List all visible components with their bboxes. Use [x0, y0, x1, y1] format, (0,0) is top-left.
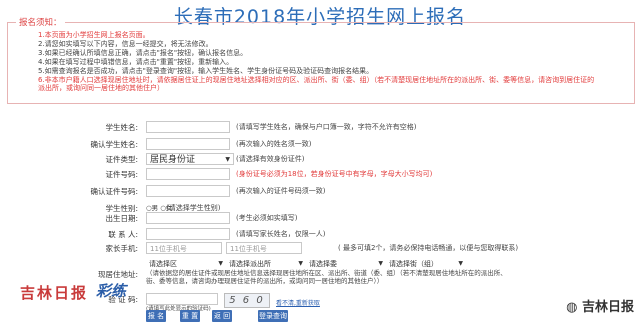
student-name-label: 学生姓名:: [105, 123, 138, 132]
phone-input-2[interactable]: 11位手机号: [226, 242, 302, 254]
chevron-down-icon: ▼: [225, 156, 230, 163]
police-station-select-value: 请选择派出所: [229, 260, 271, 268]
contact-input[interactable]: [146, 228, 230, 240]
id-number-input[interactable]: [146, 168, 230, 180]
notice-box: 报名须知： 1.本页面为小学招生网上报名页面。 2.请您如实填写以下内容，信息一…: [7, 16, 635, 104]
back-button[interactable]: 返 回: [212, 310, 232, 322]
district-select-value: 请选择区: [149, 260, 177, 268]
registration-page: 长春市2018年小学招生网上报名 报名须知： 1.本页面为小学招生网上报名页面。…: [0, 0, 640, 328]
birthdate-label: 出生日期:: [105, 214, 138, 223]
id-type-value: 居民身份证: [150, 155, 196, 165]
phone-input-1[interactable]: 11位手机号: [146, 242, 222, 254]
captcha-image[interactable]: 5 6 0: [224, 293, 270, 308]
student-name-hint: (请填写学生姓名，确保与户口簿一致，字符不允许有空格): [236, 123, 417, 131]
wechat-icon: ◍: [566, 300, 578, 315]
captcha-refresh-link[interactable]: 看不清,重新获取: [276, 298, 320, 307]
id-number-label: 证件号码:: [105, 170, 138, 179]
notice-line-4: 4.如果在填写过程中填错信息，请点击"重置"按钮，重新输入。: [38, 58, 234, 66]
notice-line-6: 6.非本市户籍人口选择现居住地址时，请依据居住证上的现居住地址选择相对应的区、派…: [38, 76, 595, 92]
id-type-select[interactable]: 居民身份证 ▼: [146, 153, 234, 165]
committee-select-value: 请选择委: [309, 260, 337, 268]
confirm-name-input[interactable]: [146, 138, 230, 150]
row-address: 现居住地址: 请选择区 ▼ 请选择派出所 ▼ 请选择委 ▼ 请选择街（组） ▼ …: [0, 258, 640, 285]
row-student-name: 学生姓名: (请填写学生姓名，确保与户口簿一致，字符不允许有空格): [0, 119, 640, 136]
notice-line-2: 2.请您如实填写以下内容，信息一经提交，将无法修改。: [38, 40, 213, 48]
watermark-middle: 彩练: [96, 282, 127, 300]
row-id-number: 证件号码: (身份证号必须为18位，若身份证号中有字母，字母大小写均可): [0, 166, 640, 183]
id-number-hint: (身份证号必须为18位，若身份证号中有字母，字母大小写均可): [236, 170, 433, 178]
street-select-value: 请选择街（组）: [389, 260, 438, 268]
confirm-id-hint: (再次输入的证件号码须一致): [236, 187, 326, 195]
register-button[interactable]: 报 名: [146, 310, 166, 322]
notice-line-5: 5.如需查询报名是否成功，请点击"登录查询"按钮，输入学生姓名、学生身份证号码及…: [38, 67, 374, 75]
login-query-button[interactable]: 登录查询: [258, 310, 288, 322]
notice-line-1: 1.本页面为小学招生网上报名页面。: [38, 31, 150, 39]
row-confirm-id: 确认证件号码: (再次输入的证件号码须一致): [0, 183, 640, 200]
phone-hint: ( 最多可填2个，请务必保持电话畅通，以便与您取得联系): [338, 244, 519, 252]
row-birthdate: 出生日期: (考生必须如实填写): [0, 210, 640, 227]
reset-button[interactable]: 重 置: [180, 310, 200, 322]
row-phone: 家长手机: 11位手机号 11位手机号 ( 最多可填2个，请务必保持电话畅通，以…: [0, 240, 640, 257]
student-name-input[interactable]: [146, 121, 230, 133]
confirm-id-input[interactable]: [146, 185, 230, 197]
watermark-left: 吉林日报: [20, 284, 89, 302]
birthdate-hint: (考生必须如实填写): [236, 214, 298, 222]
birthdate-input[interactable]: [146, 212, 230, 224]
confirm-id-label: 确认证件号码:: [90, 187, 138, 196]
notice-line-3: 3.如果已经确认所填信息正确，请点击"报名"按钮，确认报名信息。: [38, 49, 248, 57]
phone-label: 家长手机:: [105, 244, 138, 253]
bottom-logo-text: 吉林日报: [581, 300, 634, 315]
bottom-logo: ◍ 吉林日报: [566, 296, 634, 315]
address-hint: （请依据您的居住证件或现居住地址信息选择现居住地所在区、派出所、街道（委、组）（…: [146, 269, 507, 285]
notice-label: 报名须知：: [16, 16, 65, 28]
